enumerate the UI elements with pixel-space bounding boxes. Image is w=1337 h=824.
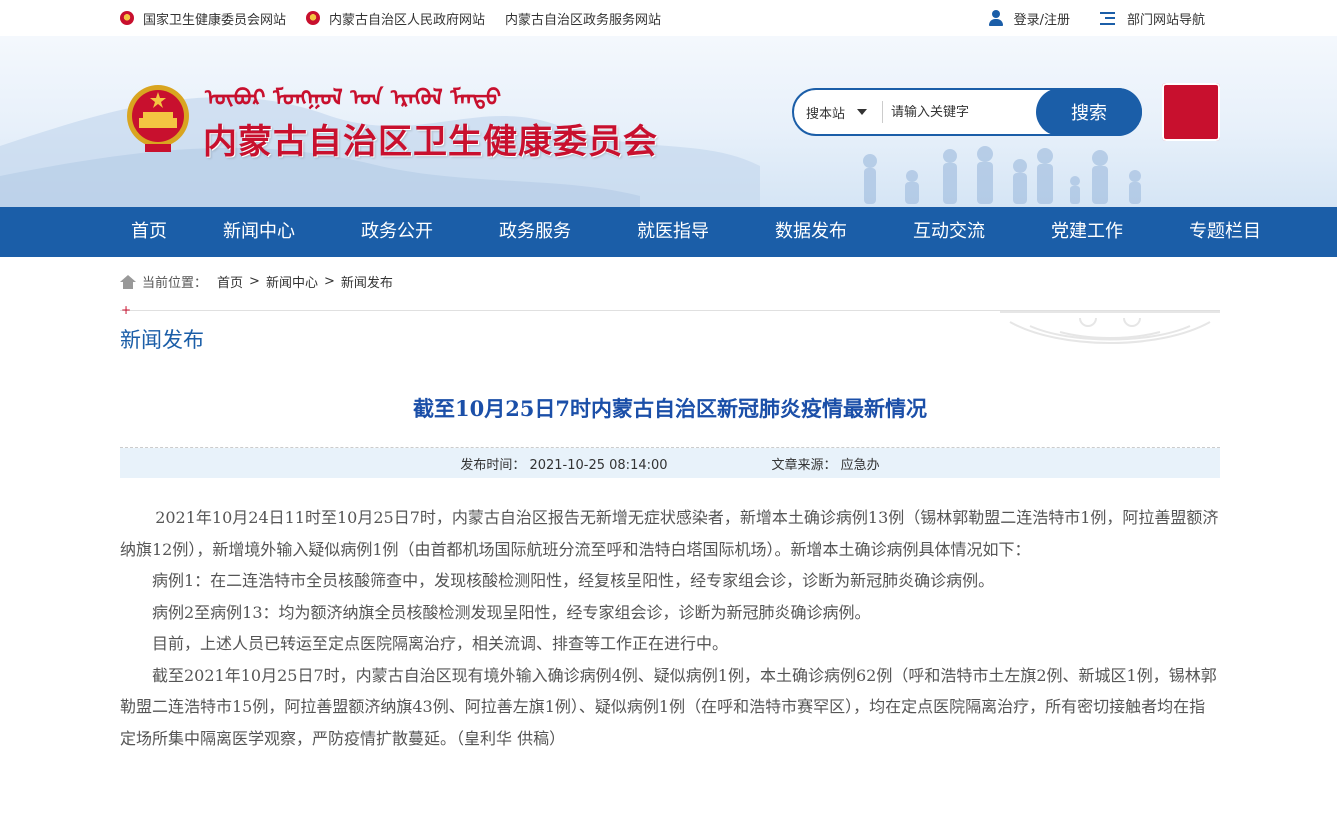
nav-special-topics[interactable]: 专题栏目 (1168, 207, 1282, 257)
seal-logo[interactable] (1162, 83, 1220, 141)
search-button[interactable]: 搜索 (1036, 88, 1142, 136)
nav-medical-guide[interactable]: 就医指导 (616, 207, 730, 257)
top-bar: 国家卫生健康委员会网站 内蒙古自治区人民政府网站 内蒙古自治区政务服务网站 登录… (0, 0, 1337, 36)
nav-interaction[interactable]: 互动交流 (892, 207, 1006, 257)
national-emblem-logo (127, 85, 189, 152)
breadcrumb-label: 当前位置： (142, 276, 208, 291)
top-link-label: 国家卫生健康委员会网站 (143, 12, 287, 28)
article-body: 2021年10月24日11时至10月25日7时，内蒙古自治区报告无新增无症状感染… (120, 502, 1220, 754)
breadcrumb-separator: > (323, 274, 335, 289)
dept-nav-label: 部门网站导航 (1126, 12, 1205, 28)
top-link-service[interactable]: 内蒙古自治区政务服务网站 (505, 9, 661, 28)
top-link-label: 内蒙古自治区人民政府网站 (329, 12, 486, 28)
caret-down-icon (857, 109, 868, 115)
publish-time: 发布时间： 2021-10-25 08:14:00 (460, 457, 668, 473)
breadcrumb-news-center[interactable]: 新闻中心 (266, 272, 318, 291)
article-meta-bar: 发布时间： 2021-10-25 08:14:00 文章来源： 应急办 (120, 448, 1220, 478)
decorative-pattern (1000, 311, 1220, 344)
nav-data-release[interactable]: 数据发布 (754, 207, 868, 257)
main-nav: 首页 新闻中心 政务公开 政务服务 就医指导 数据发布 互动交流 党建工作 专题… (0, 207, 1337, 257)
top-links: 国家卫生健康委员会网站 内蒙古自治区人民政府网站 内蒙古自治区政务服务网站 (120, 0, 681, 36)
dept-nav-link[interactable]: 部门网站导航 (1099, 9, 1205, 28)
section-title: 新闻发布 (120, 328, 204, 352)
article-paragraph: 截至2021年10月25日7时，内蒙古自治区现有境外输入确诊病例4例、疑似病例1… (120, 665, 1217, 748)
top-link-gov[interactable]: 内蒙古自治区人民政府网站 (306, 9, 485, 28)
top-link-label: 内蒙古自治区政务服务网站 (505, 12, 662, 28)
menu-list-icon (1099, 11, 1115, 25)
article-paragraph: 病例2至病例13：均为额济纳旗全员核酸检测发现呈阳性，经专家组会诊，诊断为新冠肺… (152, 602, 871, 622)
breadcrumb-separator: > (249, 274, 260, 289)
header-banner: ᠥᠪᠥᠷ ᠮᠣᠩᠭᠣᠯ ᠤᠨ ᠡᠷᠡᠭᠦᠯ ᠮᠡᠨᠳᠦ 内蒙古自治区卫生健康委员… (0, 36, 1337, 207)
search-scope-select[interactable]: 搜本站 (794, 103, 882, 122)
article-source: 文章来源： 应急办 (771, 457, 880, 473)
search-box: 搜本站 搜索 (792, 88, 1142, 136)
home-icon (120, 274, 136, 289)
login-label: 登录/注册 (1013, 12, 1070, 28)
mongolian-title: ᠥᠪᠥᠷ ᠮᠣᠩᠭᠣᠯ ᠤᠨ ᠡᠷᠡᠭᠦᠯ ᠮᠡᠨᠳᠦ (205, 86, 502, 111)
top-right-links: 登录/注册 部门网站导航 (959, 0, 1205, 36)
plus-mark: + (121, 303, 132, 317)
national-emblem-icon (306, 11, 321, 25)
search-scope-label: 搜本站 (806, 106, 846, 122)
search-divider (882, 101, 883, 123)
breadcrumb-news-release[interactable]: 新闻发布 (341, 272, 393, 291)
nav-gov-open[interactable]: 政务公开 (340, 207, 454, 257)
breadcrumb: 当前位置： 首页 > 新闻中心 > 新闻发布 (120, 272, 393, 291)
national-emblem-icon (120, 11, 134, 25)
article-title: 截至10月25日7时内蒙古自治区新冠肺炎疫情最新情况 (412, 396, 928, 421)
nav-news-center[interactable]: 新闻中心 (202, 207, 316, 257)
nav-gov-service[interactable]: 政务服务 (478, 207, 592, 257)
search-input[interactable] (891, 104, 1039, 120)
nav-home[interactable]: 首页 (110, 207, 188, 257)
user-icon (988, 10, 1005, 26)
article-paragraph: 病例1：在二连浩特市全员核酸筛查中，发现核酸检测阳性，经复核呈阳性，经专家组会诊… (152, 571, 995, 590)
article-paragraph: 2021年10月24日11时至10月25日7时，内蒙古自治区报告无新增无症状感染… (120, 508, 1219, 559)
top-link-nhc[interactable]: 国家卫生健康委员会网站 (120, 9, 286, 28)
login-register-link[interactable]: 登录/注册 (988, 9, 1070, 28)
site-title: 内蒙古自治区卫生健康委员会 (203, 122, 658, 162)
breadcrumb-home[interactable]: 首页 (217, 272, 243, 291)
nav-party-building[interactable]: 党建工作 (1030, 207, 1144, 257)
article-paragraph: 目前，上述人员已转运至定点医院隔离治疗，相关流调、排查等工作正在进行中。 (152, 634, 729, 653)
